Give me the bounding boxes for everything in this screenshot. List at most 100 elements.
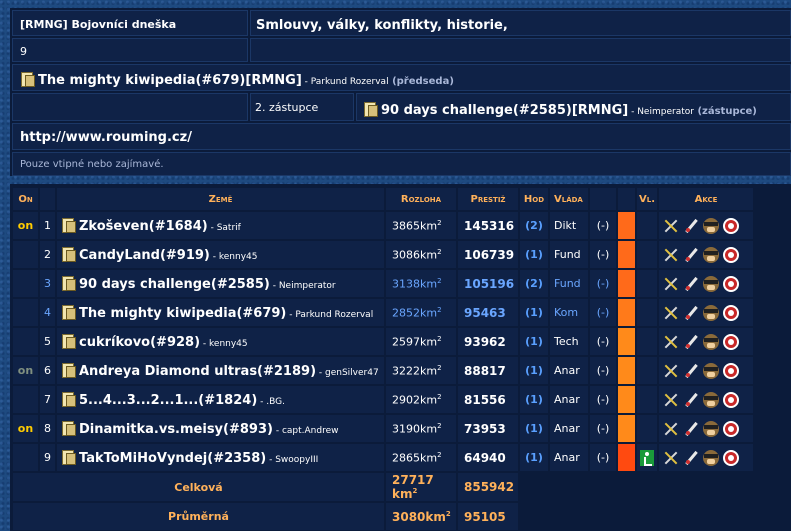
deputy-label-cell: 2. zástupce bbox=[250, 93, 354, 121]
swords-icon[interactable] bbox=[663, 421, 679, 437]
country-leader[interactable]: kenny45 bbox=[209, 339, 248, 349]
leader-name[interactable]: Parkund Rozerval bbox=[311, 77, 389, 87]
deputy-cell: 90 days challenge(#2585)[RMNG] - Neimper… bbox=[356, 93, 791, 121]
header-prestiz[interactable]: Prestiž bbox=[458, 188, 518, 210]
leader-org-link[interactable]: The mighty kiwipedia(#679)[RMNG] bbox=[38, 73, 302, 88]
folder-icon bbox=[61, 217, 76, 233]
folder-icon bbox=[61, 304, 76, 320]
pen-icon[interactable] bbox=[683, 334, 699, 350]
bomb-icon[interactable] bbox=[723, 217, 739, 234]
leader-separator: - bbox=[257, 397, 267, 407]
country-leader[interactable]: SwoopyIII bbox=[275, 455, 318, 465]
deputy-org-link[interactable]: 90 days challenge(#2585)[RMNG] bbox=[381, 103, 628, 118]
bomb-icon[interactable] bbox=[723, 304, 739, 321]
country-leader[interactable]: Satrif bbox=[217, 223, 241, 233]
pen-icon[interactable] bbox=[683, 421, 699, 437]
bomb-icon[interactable] bbox=[723, 391, 739, 408]
bomb-icon[interactable] bbox=[723, 246, 739, 263]
pen-icon[interactable] bbox=[683, 276, 699, 292]
exit-icon[interactable] bbox=[640, 449, 654, 466]
country-link[interactable]: Andreya Diamond ultras(#2189) bbox=[79, 364, 316, 379]
country-leader[interactable]: .BG. bbox=[266, 397, 285, 407]
header-hod[interactable]: Hod bbox=[520, 188, 548, 210]
country-leader[interactable]: genSilver47 bbox=[325, 368, 379, 378]
bomb-icon[interactable] bbox=[723, 275, 739, 292]
swords-icon[interactable] bbox=[663, 450, 679, 466]
header-zeme[interactable]: Země bbox=[57, 188, 384, 210]
header-on[interactable]: On bbox=[13, 188, 38, 210]
pen-icon[interactable] bbox=[683, 218, 699, 234]
country-link[interactable]: TakToMiHoVyndej(#2358) bbox=[79, 451, 266, 466]
spy-icon[interactable] bbox=[703, 333, 719, 350]
swords-icon[interactable] bbox=[663, 363, 679, 379]
swords-icon[interactable] bbox=[663, 305, 679, 321]
country-leader[interactable]: Neimperator bbox=[279, 281, 336, 291]
area-value: 3138km bbox=[392, 277, 438, 291]
country-link[interactable]: Zkoševen(#1684) bbox=[79, 219, 208, 234]
area-cell: 2865km2 bbox=[386, 444, 456, 471]
table-row: 7 5...4...3...2...1...(#1824) - .BG. 2902k… bbox=[13, 386, 753, 413]
pen-icon[interactable] bbox=[683, 305, 699, 321]
country-cell: 90 days challenge(#2585) - Neimperator bbox=[57, 270, 384, 297]
country-leader[interactable]: capt.Andrew bbox=[282, 426, 339, 436]
spy-icon[interactable] bbox=[703, 217, 719, 234]
header-rozloha[interactable]: Rozloha bbox=[386, 188, 456, 210]
spy-icon[interactable] bbox=[703, 391, 719, 408]
leader-separator: - bbox=[207, 223, 217, 233]
country-link[interactable]: Dinamitka.vs.meisy(#893) bbox=[79, 422, 273, 437]
country-link[interactable]: 90 days challenge(#2585) bbox=[79, 277, 270, 292]
country-leader[interactable]: Parkund Rozerval bbox=[295, 310, 373, 320]
country-link[interactable]: cukríkovo(#928) bbox=[79, 335, 200, 350]
deputy-name[interactable]: Neimperator bbox=[637, 107, 694, 117]
spy-icon[interactable] bbox=[703, 449, 719, 466]
members-table-panel: On Země Rozloha Prestiž Hod Vláda Vl. Ak… bbox=[10, 184, 791, 531]
alliance-url-link[interactable]: http://www.rouming.cz/ bbox=[20, 130, 192, 145]
leader-role: (předseda) bbox=[392, 76, 454, 87]
header-vl[interactable]: Vl. bbox=[637, 188, 657, 210]
pen-icon[interactable] bbox=[683, 450, 699, 466]
header-vlada[interactable]: Vláda bbox=[550, 188, 588, 210]
status-bar bbox=[618, 444, 635, 471]
country-link[interactable]: CandyLand(#919) bbox=[79, 248, 210, 263]
spy-icon[interactable] bbox=[703, 304, 719, 321]
swords-icon[interactable] bbox=[663, 276, 679, 292]
pen-icon[interactable] bbox=[683, 247, 699, 263]
spy-icon[interactable] bbox=[703, 275, 719, 292]
table-row: on 6 Andreya Diamond ultras(#2189) - genSi… bbox=[13, 357, 753, 384]
spy-icon[interactable] bbox=[703, 420, 719, 437]
bomb-icon[interactable] bbox=[723, 333, 739, 350]
spy-icon[interactable] bbox=[703, 246, 719, 263]
country-link[interactable]: 5...4...3...2...1...(#1824) bbox=[79, 393, 257, 408]
swords-icon[interactable] bbox=[663, 218, 679, 234]
turn-value: (1) bbox=[520, 241, 548, 268]
swords-icon[interactable] bbox=[663, 392, 679, 408]
bomb-icon[interactable] bbox=[723, 449, 739, 466]
area-cell: 3086km2 bbox=[386, 241, 456, 268]
folder-icon bbox=[61, 246, 76, 262]
turn-value: (2) bbox=[520, 212, 548, 239]
actions-cell bbox=[659, 328, 753, 355]
country-leader[interactable]: kenny45 bbox=[219, 252, 258, 262]
online-status bbox=[13, 328, 38, 355]
vl-cell bbox=[637, 415, 657, 442]
country-link[interactable]: The mighty kiwipedia(#679) bbox=[79, 306, 286, 321]
leader-separator: - bbox=[272, 426, 282, 436]
members-table: On Země Rozloha Prestiž Hod Vláda Vl. Ak… bbox=[11, 186, 755, 531]
area-cell: 3222km2 bbox=[386, 357, 456, 384]
folder-icon bbox=[61, 420, 76, 436]
pen-icon[interactable] bbox=[683, 392, 699, 408]
swords-icon[interactable] bbox=[663, 247, 679, 263]
status-bar bbox=[618, 212, 635, 239]
table-row: 2 CandyLand(#919) - kenny45 3086km2 106739(… bbox=[13, 241, 753, 268]
swords-icon[interactable] bbox=[663, 334, 679, 350]
status-value: (-) bbox=[590, 386, 616, 413]
spy-icon[interactable] bbox=[703, 362, 719, 379]
turn-value: (1) bbox=[520, 357, 548, 384]
pen-icon[interactable] bbox=[683, 363, 699, 379]
bomb-icon[interactable] bbox=[723, 420, 739, 437]
bomb-icon[interactable] bbox=[723, 362, 739, 379]
prestige-value: 73953 bbox=[458, 415, 518, 442]
table-row: 5 cukríkovo(#928) - kenny45 2597km2 93962 (1… bbox=[13, 328, 753, 355]
area-value: 3190km bbox=[392, 422, 438, 436]
prestige-value: 95463 bbox=[458, 299, 518, 326]
